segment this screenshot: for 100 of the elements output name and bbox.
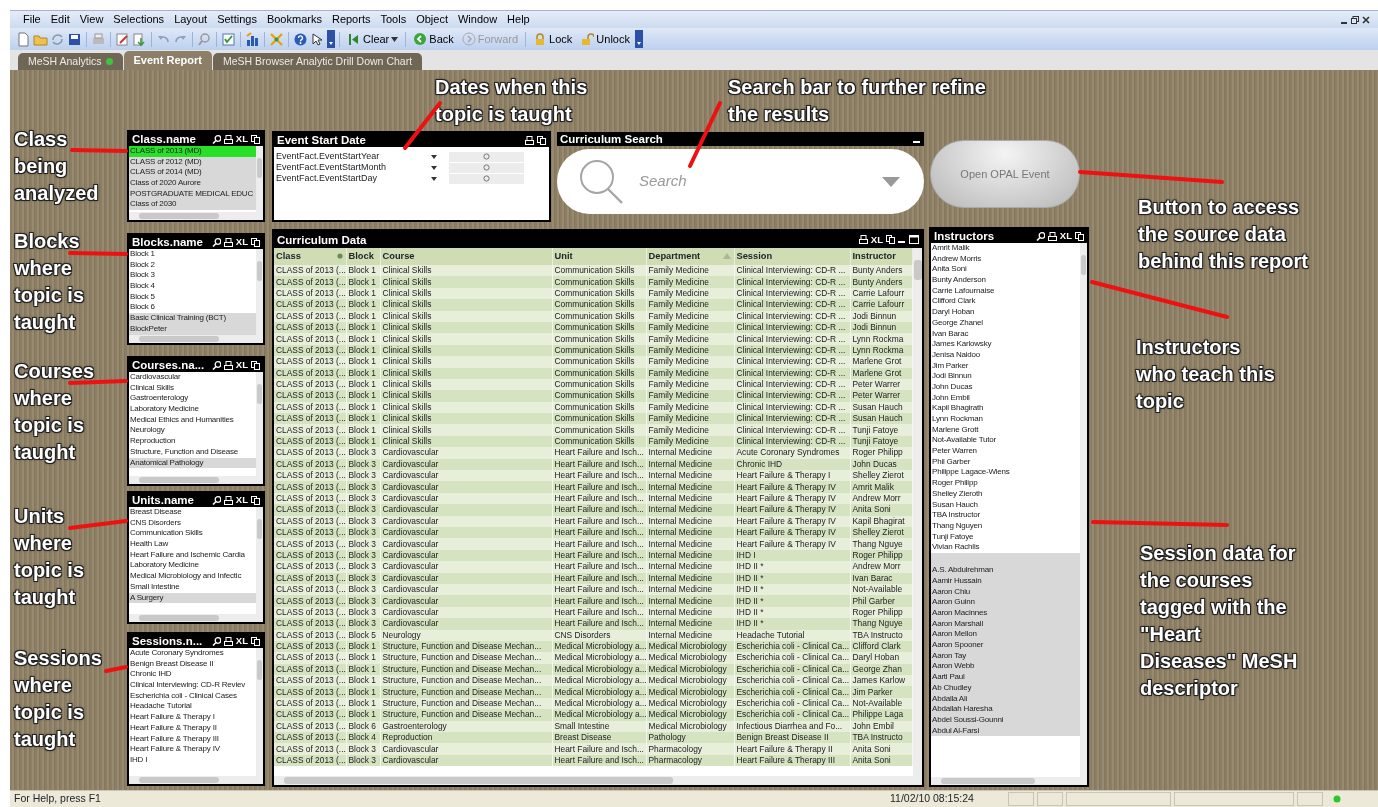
horizontal-scrollbar[interactable] bbox=[931, 777, 1087, 785]
list-item[interactable]: Amrit Malik bbox=[931, 243, 1080, 254]
list-item[interactable]: Medical Ethics and Humanities bbox=[129, 414, 256, 426]
print-icon[interactable] bbox=[223, 636, 233, 646]
list-item[interactable]: POSTGRADUATE MEDICAL EDUC bbox=[129, 188, 256, 200]
menu-item[interactable]: Reports bbox=[326, 11, 376, 28]
list-item[interactable]: CNS Disorders bbox=[129, 517, 256, 529]
list-item[interactable]: Aaron Mellon bbox=[931, 629, 1080, 641]
list-item[interactable]: Aaron Marshall bbox=[931, 618, 1080, 630]
list-item[interactable]: Peter Warren bbox=[931, 446, 1080, 457]
list-item[interactable]: Aaron Tay bbox=[931, 650, 1080, 662]
list-item[interactable]: Ivan Barac bbox=[931, 328, 1080, 340]
list-item[interactable]: Not-Available Tutor bbox=[931, 435, 1080, 447]
list-item[interactable]: Small Intestine bbox=[129, 581, 256, 593]
list-item[interactable]: A Surgery bbox=[129, 592, 256, 604]
list-item[interactable]: Carrie Lafournaise bbox=[931, 285, 1080, 297]
clear-button[interactable]: Clear bbox=[344, 30, 402, 48]
list-item[interactable]: Benign Breast Disease II bbox=[129, 658, 256, 670]
list-item[interactable]: CLASS of 2013 (MD) bbox=[129, 146, 256, 157]
menu-item[interactable]: Layout bbox=[169, 11, 213, 28]
bar-chart-icon[interactable] bbox=[245, 31, 260, 47]
list-item[interactable]: Structure, Function and Disease bbox=[129, 446, 256, 458]
print-icon[interactable] bbox=[1047, 231, 1057, 241]
list-item[interactable]: Health Law bbox=[129, 539, 256, 550]
column-header[interactable]: Block bbox=[346, 248, 380, 265]
list-item[interactable]: Phil Garber bbox=[931, 456, 1080, 468]
list-item[interactable]: A.S. Abdulrehman bbox=[931, 552, 1080, 576]
copy-icon[interactable] bbox=[251, 636, 260, 646]
column-header[interactable]: Unit bbox=[552, 248, 646, 265]
search-icon[interactable] bbox=[211, 134, 221, 144]
overflow-icon[interactable] bbox=[327, 30, 335, 48]
horizontal-scrollbar[interactable] bbox=[129, 212, 263, 220]
unlock-button[interactable]: Unlock bbox=[577, 30, 633, 48]
vertical-scrollbar[interactable] bbox=[256, 249, 263, 335]
print-icon[interactable] bbox=[858, 235, 868, 244]
list-item[interactable]: John Embil bbox=[931, 392, 1080, 404]
list-item[interactable]: Anita Soni bbox=[931, 264, 1080, 276]
print-icon[interactable] bbox=[223, 237, 233, 247]
menu-item[interactable]: Bookmarks bbox=[261, 11, 327, 28]
edit-icon[interactable] bbox=[115, 31, 130, 47]
copy-icon[interactable] bbox=[251, 360, 260, 370]
list-item[interactable]: Aamir Hussain bbox=[931, 575, 1080, 587]
column-header[interactable]: Class bbox=[274, 248, 346, 265]
list-item[interactable]: Clifford Clark bbox=[931, 296, 1080, 308]
list-item[interactable]: Class of 2020 Aurore bbox=[129, 178, 256, 189]
list-item[interactable]: Chronic IHD bbox=[129, 669, 256, 681]
list-item[interactable]: Cardiovascular bbox=[129, 372, 256, 383]
horizontal-scrollbar[interactable] bbox=[129, 335, 263, 343]
search-field[interactable]: Search bbox=[637, 169, 870, 194]
sheet-tab[interactable]: MeSH Browser Analytic Drill Down Chart bbox=[213, 53, 423, 70]
vertical-scrollbar[interactable] bbox=[1080, 243, 1087, 777]
search-icon[interactable] bbox=[211, 636, 221, 646]
list-item[interactable]: Communication Skills bbox=[129, 528, 256, 540]
list-item[interactable]: Clinical Interviewing: CD-R Reviev bbox=[129, 680, 256, 691]
list-item[interactable]: IHD I bbox=[129, 754, 256, 766]
list-item[interactable]: Anatomical Pathology bbox=[129, 457, 256, 469]
list-item[interactable]: Jim Parker bbox=[931, 360, 1080, 372]
value-field[interactable] bbox=[449, 173, 524, 184]
horizontal-scrollbar[interactable] bbox=[129, 614, 263, 622]
list-item[interactable]: TBA Instructor bbox=[931, 510, 1080, 521]
list-item[interactable]: Abdul Al-Farsi bbox=[931, 725, 1080, 737]
menu-item[interactable]: File bbox=[18, 11, 46, 28]
list-item[interactable]: Daryl Hoban bbox=[931, 307, 1080, 318]
list-item[interactable]: Philippe Lagace-Wiens bbox=[931, 467, 1080, 479]
menu-item[interactable]: Tools bbox=[375, 11, 412, 28]
value-field[interactable] bbox=[449, 162, 524, 173]
excel-button[interactable]: XL bbox=[235, 134, 248, 144]
list-item[interactable]: Andrew Morris bbox=[931, 253, 1080, 265]
list-item[interactable]: Reproduction bbox=[129, 436, 256, 447]
sheet-tab[interactable]: MeSH Analytics bbox=[18, 53, 123, 70]
copy-icon[interactable] bbox=[1075, 231, 1084, 241]
menu-item[interactable]: Object bbox=[411, 11, 453, 28]
list-item[interactable]: Heart Failure & Therapy IV bbox=[129, 744, 256, 755]
copy-icon[interactable] bbox=[251, 237, 260, 247]
sheet-tab[interactable]: Event Report bbox=[123, 51, 212, 70]
copy-icon[interactable] bbox=[251, 495, 260, 505]
export-icon[interactable] bbox=[132, 31, 147, 47]
excel-button[interactable]: XL bbox=[235, 495, 248, 505]
help-icon[interactable] bbox=[293, 31, 308, 47]
vertical-scrollbar[interactable] bbox=[912, 248, 922, 776]
list-item[interactable]: Headache Tutorial bbox=[129, 701, 256, 713]
list-item[interactable]: Laboratory Medicine bbox=[129, 404, 256, 415]
save-icon[interactable] bbox=[67, 31, 82, 47]
back-button[interactable]: Back bbox=[410, 30, 457, 48]
list-item[interactable]: Aarti Paul bbox=[931, 672, 1080, 683]
vertical-scrollbar[interactable] bbox=[256, 146, 263, 212]
restore-icon[interactable] bbox=[1351, 15, 1359, 24]
list-item[interactable]: John Ducas bbox=[931, 381, 1080, 393]
list-item[interactable]: Block 1 bbox=[129, 249, 256, 260]
search-icon[interactable] bbox=[211, 495, 221, 505]
list-item[interactable]: Laboratory Medicine bbox=[129, 560, 256, 572]
copy-icon[interactable] bbox=[537, 135, 546, 145]
new-document-icon[interactable] bbox=[16, 31, 31, 47]
list-item[interactable]: Heart Failure & Therapy III bbox=[129, 733, 256, 745]
menu-item[interactable]: View bbox=[74, 11, 109, 28]
horizontal-scrollbar[interactable] bbox=[129, 776, 263, 784]
list-item[interactable]: Heart Failure & Therapy I bbox=[129, 712, 256, 723]
list-item[interactable]: Thang Nguyen bbox=[931, 520, 1080, 532]
list-item[interactable]: Abdalla Ali bbox=[931, 693, 1080, 705]
list-item[interactable]: George Zhanel bbox=[931, 317, 1080, 329]
